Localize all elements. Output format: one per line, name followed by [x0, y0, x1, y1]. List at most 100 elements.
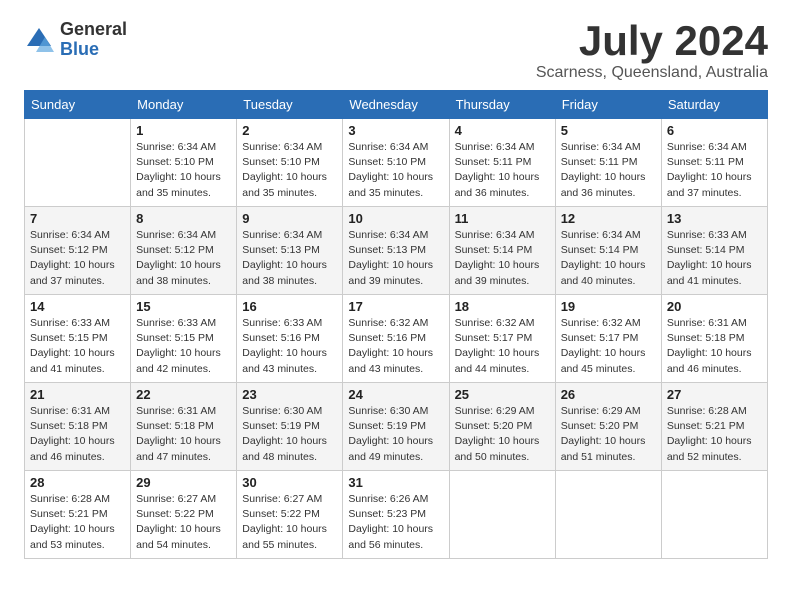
calendar-day-header: Tuesday [237, 91, 343, 119]
day-number: 8 [136, 211, 231, 226]
calendar-cell: 15 Sunrise: 6:33 AMSunset: 5:15 PMDayligh… [131, 295, 237, 383]
cell-text: Sunrise: 6:34 AMSunset: 5:10 PMDaylight:… [136, 140, 231, 201]
cell-text: Sunrise: 6:34 AMSunset: 5:11 PMDaylight:… [455, 140, 550, 201]
calendar-week-row: 1 Sunrise: 6:34 AMSunset: 5:10 PMDaylight… [25, 119, 768, 207]
calendar-cell: 27Sunrise: 6:28 AMSunset: 5:21 PMDayligh… [661, 383, 767, 471]
day-number: 17 [348, 299, 443, 314]
calendar-cell: 1 Sunrise: 6:34 AMSunset: 5:10 PMDaylight… [131, 119, 237, 207]
calendar-header-row: SundayMondayTuesdayWednesdayThursdayFrid… [25, 91, 768, 119]
calendar-week-row: 7 Sunrise: 6:34 AMSunset: 5:12 PMDaylight… [25, 207, 768, 295]
calendar-cell: 28 Sunrise: 6:28 AMSunset: 5:21 PMDayligh… [25, 471, 131, 559]
calendar-cell: 4 Sunrise: 6:34 AMSunset: 5:11 PMDaylight… [449, 119, 555, 207]
calendar-cell: 30Sunrise: 6:27 AMSunset: 5:22 PMDayligh… [237, 471, 343, 559]
day-number: 13 [667, 211, 762, 226]
day-number: 15 [136, 299, 231, 314]
calendar-cell: 20 Sunrise: 6:31 AMSunset: 5:18 PMDayligh… [661, 295, 767, 383]
day-number: 21 [30, 387, 125, 402]
calendar-cell: 17 Sunrise: 6:32 AMSunset: 5:16 PMDayligh… [343, 295, 449, 383]
calendar-day-header: Monday [131, 91, 237, 119]
day-number: 29 [136, 475, 231, 490]
cell-text: Sunrise: 6:33 AMSunset: 5:15 PMDaylight:… [136, 316, 231, 377]
cell-text: Sunrise: 6:29 AMSunset: 5:20 PMDaylight:… [455, 404, 550, 465]
calendar-cell [449, 471, 555, 559]
cell-text: Sunrise: 6:29 AMSunset: 5:20 PMDaylight:… [561, 404, 656, 465]
calendar-week-row: 14Sunrise: 6:33 AMSunset: 5:15 PMDayligh… [25, 295, 768, 383]
calendar-cell: 11Sunrise: 6:34 AMSunset: 5:14 PMDayligh… [449, 207, 555, 295]
calendar-cell: 5 Sunrise: 6:34 AMSunset: 5:11 PMDaylight… [555, 119, 661, 207]
cell-text: Sunrise: 6:30 AMSunset: 5:19 PMDaylight:… [242, 404, 337, 465]
cell-text: Sunrise: 6:34 AMSunset: 5:14 PMDaylight:… [561, 228, 656, 289]
cell-text: Sunrise: 6:31 AMSunset: 5:18 PMDaylight:… [667, 316, 762, 377]
calendar-cell: 21 Sunrise: 6:31 AMSunset: 5:18 PMDayligh… [25, 383, 131, 471]
day-number: 3 [348, 123, 443, 138]
calendar-cell: 24 Sunrise: 6:30 AMSunset: 5:19 PMDayligh… [343, 383, 449, 471]
cell-text: Sunrise: 6:34 AMSunset: 5:10 PMDaylight:… [242, 140, 337, 201]
calendar-day-header: Wednesday [343, 91, 449, 119]
day-number: 19 [561, 299, 656, 314]
calendar-week-row: 28 Sunrise: 6:28 AMSunset: 5:21 PMDayligh… [25, 471, 768, 559]
cell-text: Sunrise: 6:31 AMSunset: 5:18 PMDaylight:… [136, 404, 231, 465]
cell-text: Sunrise: 6:28 AMSunset: 5:21 PMDaylight:… [30, 492, 125, 553]
page-header: General Blue July 2024 Scarness, Queensl… [24, 20, 768, 82]
day-number: 20 [667, 299, 762, 314]
cell-text: Sunrise: 6:32 AMSunset: 5:17 PMDaylight:… [455, 316, 550, 377]
day-number: 27 [667, 387, 762, 402]
calendar-cell: 6 Sunrise: 6:34 AMSunset: 5:11 PMDaylight… [661, 119, 767, 207]
cell-text: Sunrise: 6:34 AMSunset: 5:13 PMDaylight:… [348, 228, 443, 289]
logo-icon [24, 25, 54, 55]
cell-text: Sunrise: 6:34 AMSunset: 5:12 PMDaylight:… [30, 228, 125, 289]
day-number: 1 [136, 123, 231, 138]
logo: General Blue [24, 20, 127, 60]
day-number: 11 [455, 211, 550, 226]
logo-blue: Blue [60, 40, 127, 60]
day-number: 4 [455, 123, 550, 138]
subtitle: Scarness, Queensland, Australia [536, 64, 768, 82]
day-number: 30 [242, 475, 337, 490]
day-number: 7 [30, 211, 125, 226]
calendar-cell: 16Sunrise: 6:33 AMSunset: 5:16 PMDayligh… [237, 295, 343, 383]
calendar-day-header: Saturday [661, 91, 767, 119]
calendar-cell: 26 Sunrise: 6:29 AMSunset: 5:20 PMDayligh… [555, 383, 661, 471]
cell-text: Sunrise: 6:33 AMSunset: 5:14 PMDaylight:… [667, 228, 762, 289]
calendar-cell: 12Sunrise: 6:34 AMSunset: 5:14 PMDayligh… [555, 207, 661, 295]
calendar-cell: 25 Sunrise: 6:29 AMSunset: 5:20 PMDayligh… [449, 383, 555, 471]
calendar-cell: 2Sunrise: 6:34 AMSunset: 5:10 PMDaylight… [237, 119, 343, 207]
calendar-cell: 22Sunrise: 6:31 AMSunset: 5:18 PMDayligh… [131, 383, 237, 471]
cell-text: Sunrise: 6:27 AMSunset: 5:22 PMDaylight:… [136, 492, 231, 553]
calendar-table: SundayMondayTuesdayWednesdayThursdayFrid… [24, 90, 768, 559]
main-title: July 2024 [536, 20, 768, 62]
calendar-cell: 8 Sunrise: 6:34 AMSunset: 5:12 PMDaylight… [131, 207, 237, 295]
calendar-day-header: Friday [555, 91, 661, 119]
day-number: 25 [455, 387, 550, 402]
cell-text: Sunrise: 6:34 AMSunset: 5:12 PMDaylight:… [136, 228, 231, 289]
cell-text: Sunrise: 6:34 AMSunset: 5:11 PMDaylight:… [561, 140, 656, 201]
cell-text: Sunrise: 6:26 AMSunset: 5:23 PMDaylight:… [348, 492, 443, 553]
calendar-day-header: Thursday [449, 91, 555, 119]
day-number: 18 [455, 299, 550, 314]
cell-text: Sunrise: 6:34 AMSunset: 5:11 PMDaylight:… [667, 140, 762, 201]
cell-text: Sunrise: 6:34 AMSunset: 5:10 PMDaylight:… [348, 140, 443, 201]
day-number: 26 [561, 387, 656, 402]
calendar-cell: 9 Sunrise: 6:34 AMSunset: 5:13 PMDaylight… [237, 207, 343, 295]
calendar-cell: 14Sunrise: 6:33 AMSunset: 5:15 PMDayligh… [25, 295, 131, 383]
calendar-cell: 7 Sunrise: 6:34 AMSunset: 5:12 PMDaylight… [25, 207, 131, 295]
day-number: 10 [348, 211, 443, 226]
cell-text: Sunrise: 6:30 AMSunset: 5:19 PMDaylight:… [348, 404, 443, 465]
calendar-cell: 13 Sunrise: 6:33 AMSunset: 5:14 PMDayligh… [661, 207, 767, 295]
calendar-cell: 19Sunrise: 6:32 AMSunset: 5:17 PMDayligh… [555, 295, 661, 383]
cell-text: Sunrise: 6:33 AMSunset: 5:15 PMDaylight:… [30, 316, 125, 377]
day-number: 24 [348, 387, 443, 402]
day-number: 28 [30, 475, 125, 490]
day-number: 6 [667, 123, 762, 138]
day-number: 9 [242, 211, 337, 226]
logo-general: General [60, 20, 127, 40]
calendar-day-header: Sunday [25, 91, 131, 119]
cell-text: Sunrise: 6:32 AMSunset: 5:16 PMDaylight:… [348, 316, 443, 377]
calendar-cell: 23Sunrise: 6:30 AMSunset: 5:19 PMDayligh… [237, 383, 343, 471]
calendar-cell [25, 119, 131, 207]
day-number: 31 [348, 475, 443, 490]
day-number: 5 [561, 123, 656, 138]
cell-text: Sunrise: 6:34 AMSunset: 5:13 PMDaylight:… [242, 228, 337, 289]
cell-text: Sunrise: 6:31 AMSunset: 5:18 PMDaylight:… [30, 404, 125, 465]
day-number: 16 [242, 299, 337, 314]
